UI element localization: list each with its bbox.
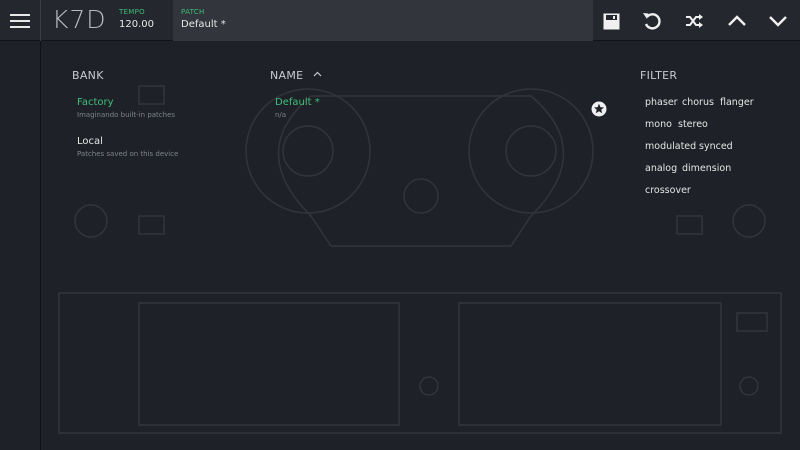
left-rail bbox=[40, 41, 41, 450]
bank-column-header: BANK bbox=[72, 69, 104, 82]
filter-column-header: FILTER bbox=[640, 69, 678, 82]
filter-tag-chorus[interactable]: chorus bbox=[682, 97, 714, 108]
bank-item-local[interactable]: Local Patches saved on this device bbox=[77, 136, 178, 158]
tempo-field[interactable]: TEMPO 120.00 bbox=[119, 8, 154, 30]
patch-field[interactable]: PATCH Default * bbox=[173, 0, 593, 41]
chevron-down-icon bbox=[769, 16, 787, 27]
bank-name: Local bbox=[77, 136, 103, 147]
top-bar: K7D TEMPO 120.00 PATCH Default * bbox=[0, 0, 800, 41]
tempo-label: TEMPO bbox=[119, 8, 145, 16]
patch-name: Default * bbox=[275, 97, 320, 108]
patch-value: Default * bbox=[181, 19, 226, 30]
menu-icon bbox=[10, 10, 30, 32]
filter-tag-stereo[interactable]: stereo bbox=[678, 119, 708, 130]
filter-tag-synced[interactable]: synced bbox=[699, 141, 733, 152]
patch-label: PATCH bbox=[181, 8, 205, 16]
filter-tag-modulated[interactable]: modulated bbox=[645, 141, 696, 152]
previous-patch-button[interactable] bbox=[727, 11, 747, 31]
filter-tag-phaser[interactable]: phaser bbox=[645, 97, 678, 108]
next-patch-button[interactable] bbox=[768, 11, 788, 31]
bank-item-factory[interactable]: Factory Imaginando built-in patches bbox=[77, 97, 175, 119]
chevron-up-icon bbox=[728, 15, 746, 26]
filter-tag-flanger[interactable]: flanger bbox=[720, 97, 754, 108]
save-icon bbox=[603, 13, 619, 29]
bank-description: Patches saved on this device bbox=[77, 150, 179, 158]
favorite-button[interactable] bbox=[591, 101, 607, 117]
star-icon bbox=[591, 101, 607, 117]
filter-tag-analog[interactable]: analog bbox=[645, 163, 677, 174]
undo-button[interactable] bbox=[642, 11, 662, 31]
filter-tag-crossover[interactable]: crossover bbox=[645, 185, 691, 196]
sort-ascending-icon bbox=[313, 71, 322, 77]
patch-item-default[interactable]: Default * n/a bbox=[275, 97, 320, 119]
bank-description: Imaginando built-in patches bbox=[77, 111, 176, 119]
filter-tag-dimension[interactable]: dimension bbox=[682, 163, 731, 174]
name-header-label: NAME bbox=[270, 69, 304, 82]
shuffle-icon bbox=[686, 14, 703, 28]
menu-button[interactable] bbox=[0, 0, 41, 41]
name-column-header[interactable]: NAME bbox=[270, 69, 322, 82]
save-button[interactable] bbox=[601, 11, 621, 31]
tempo-value: 120.00 bbox=[119, 19, 154, 30]
shuffle-button[interactable] bbox=[684, 11, 704, 31]
app-logo: K7D bbox=[52, 5, 107, 34]
undo-icon bbox=[643, 13, 661, 30]
bank-name: Factory bbox=[77, 97, 114, 108]
patch-subtitle: n/a bbox=[275, 111, 287, 119]
filter-tag-mono[interactable]: mono bbox=[645, 119, 672, 130]
